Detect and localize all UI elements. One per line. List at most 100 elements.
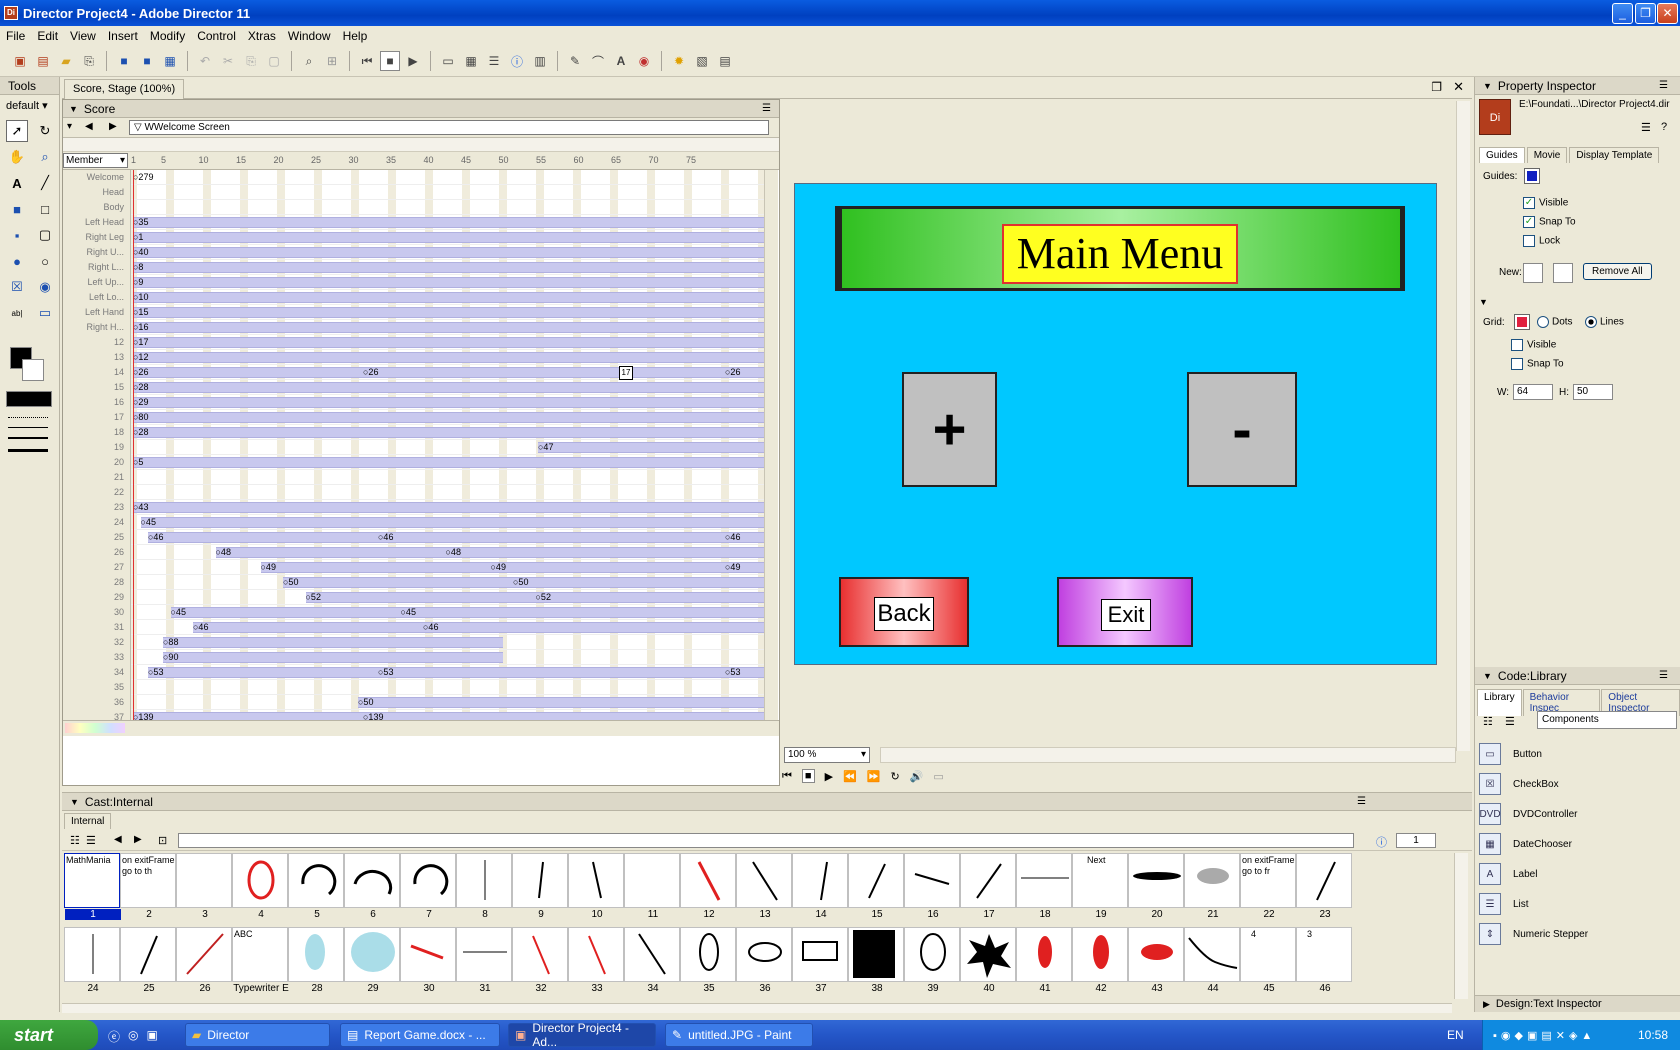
cast-member-thumbnail[interactable]: 8 <box>456 853 512 920</box>
paint-window-icon[interactable]: ✎ <box>565 51 585 71</box>
find-icon[interactable]: ⌕ <box>299 51 319 71</box>
sprite-span[interactable] <box>133 307 765 318</box>
library-tree-icon[interactable]: ☰ <box>1505 715 1515 728</box>
score-channel-row[interactable]: 20 ○5 <box>63 455 765 470</box>
rotate-tool-icon[interactable]: ↻ <box>34 120 56 142</box>
cut-icon[interactable]: ✂ <box>218 51 238 71</box>
filled-rect-tool-icon[interactable]: ■ <box>6 198 28 220</box>
ie-icon[interactable]: ⓔ <box>108 1028 120 1045</box>
cast-window-icon[interactable]: ▦ <box>461 51 481 71</box>
channel-label[interactable]: 15 <box>63 380 131 395</box>
channel-label[interactable]: Left Up... <box>63 275 131 290</box>
new-movie-icon[interactable]: ▣ <box>10 51 30 71</box>
cast-member-thumbnail[interactable]: 20 <box>1128 853 1184 920</box>
channel-label[interactable]: 35 <box>63 680 131 695</box>
score-scrollbar-vertical[interactable] <box>764 170 778 720</box>
step-forward-icon[interactable]: ⏩ <box>867 770 881 783</box>
roundrect-tool-icon[interactable]: ▢ <box>34 224 56 246</box>
sprite-span[interactable] <box>133 217 765 228</box>
grid-visible-checkbox[interactable]: Visible <box>1511 339 1556 351</box>
sprite-span[interactable] <box>133 262 765 273</box>
library-category-dropdown[interactable]: Components <box>1537 711 1677 729</box>
library-list-icon[interactable]: ☷ <box>1483 715 1493 728</box>
tab-internal[interactable]: Internal <box>64 813 112 829</box>
cast-member-thumbnail[interactable]: 33 <box>568 927 624 994</box>
library-item[interactable]: DVD DVDController <box>1479 799 1679 829</box>
guides-visible-checkbox[interactable]: ✓ Visible <box>1523 197 1568 209</box>
cast-member-name-field[interactable] <box>178 833 1354 848</box>
score-channel-row[interactable]: Right Leg ○1 <box>63 230 765 245</box>
sprite-span[interactable] <box>193 622 765 633</box>
score-channel-row[interactable]: 36 ○50 <box>63 695 765 710</box>
panel-menu-icon[interactable]: ☰ <box>1659 670 1668 681</box>
channel-label[interactable]: 23 <box>63 500 131 515</box>
score-channel-row[interactable]: 28 ○50 ○50 <box>63 575 765 590</box>
dtm-icon[interactable]: ▭ <box>933 770 943 783</box>
grid-width-input[interactable]: 64 <box>1513 384 1553 400</box>
cast-member-thumbnail[interactable]: 39 <box>904 927 960 994</box>
button-tool-icon[interactable]: ▭ <box>34 302 56 324</box>
library-item[interactable]: ☒ CheckBox <box>1479 769 1679 799</box>
copy-icon[interactable]: ⎘ <box>241 51 261 71</box>
cast-member-thumbnail[interactable]: 3 <box>176 853 232 920</box>
cast-thumbnail-view-icon[interactable]: ☷ <box>70 834 80 847</box>
line-width-3[interactable] <box>8 449 48 452</box>
channel-label[interactable]: 20 <box>63 455 131 470</box>
sprite-span[interactable] <box>170 607 765 618</box>
new-horizontal-guide-icon[interactable] <box>1523 263 1543 283</box>
sprite-channels[interactable]: Welcome ○279 Head Body Left Head ○35 Right Leg… <box>63 170 779 720</box>
sprite-span[interactable] <box>133 247 765 258</box>
grid-dots-radio[interactable]: Dots <box>1537 316 1573 328</box>
collapse-arrow-icon[interactable]: ▼ <box>69 104 78 114</box>
design-text-inspector-bar[interactable]: ▶ Design:Text Inspector <box>1475 995 1680 1012</box>
field-tool-icon[interactable]: ab| <box>6 302 28 324</box>
cast-member-thumbnail[interactable]: MathMania 1 <box>64 853 121 920</box>
score-channel-row[interactable]: 29 ○52 ○52 <box>63 590 765 605</box>
grid-section-arrow-icon[interactable]: ▼ <box>1479 297 1488 307</box>
shockwave-3d-icon[interactable]: ◉ <box>634 51 654 71</box>
menu-edit[interactable]: Edit <box>37 29 58 43</box>
channel-label[interactable]: Head <box>63 185 131 200</box>
sprite-span[interactable] <box>133 352 765 363</box>
open-icon[interactable]: ▰ <box>56 51 76 71</box>
score-channel-row[interactable]: 33 ○90 <box>63 650 765 665</box>
channel-label[interactable]: Right H... <box>63 320 131 335</box>
score-channel-row[interactable]: 13 ○12 <box>63 350 765 365</box>
cast-member-thumbnail[interactable]: 43 <box>1128 927 1184 994</box>
color-channel-swatches[interactable] <box>65 723 125 733</box>
stage-window-icon[interactable]: ▭ <box>438 51 458 71</box>
score-channel-row[interactable]: 26 ○48 ○48 <box>63 545 765 560</box>
channel-label[interactable]: 12 <box>63 335 131 350</box>
score-channel-row[interactable]: 21 <box>63 470 765 485</box>
previous-member-icon[interactable]: ◀ <box>114 834 122 845</box>
grid-lines-radio[interactable]: Lines <box>1585 316 1624 328</box>
cast-member-thumbnail[interactable]: 25 <box>120 927 176 994</box>
paste-icon[interactable]: ▢ <box>264 51 284 71</box>
cast-member-number-field[interactable]: 1 <box>1396 833 1436 848</box>
import-icon[interactable]: ⎘ <box>79 51 99 71</box>
score-channel-row[interactable]: Left Lo... ○10 <box>63 290 765 305</box>
sprite-span[interactable] <box>133 277 765 288</box>
start-button[interactable]: start <box>0 1020 98 1050</box>
channel-label[interactable]: 19 <box>63 440 131 455</box>
menu-file[interactable]: File <box>6 29 25 43</box>
channel-label[interactable]: 30 <box>63 605 131 620</box>
cast-member-thumbnail[interactable]: 11 <box>624 853 680 920</box>
cast-member-thumbnail[interactable]: 36 <box>736 927 792 994</box>
library-item[interactable]: ▦ DateChooser <box>1479 829 1679 859</box>
line-width-1[interactable] <box>8 427 48 428</box>
arrow-tool-icon[interactable]: ➚ <box>6 120 28 142</box>
line-width-none[interactable] <box>8 417 48 418</box>
channel-label[interactable]: Left Lo... <box>63 290 131 305</box>
channel-label[interactable]: Right U... <box>63 245 131 260</box>
checkbox-tool-icon[interactable]: ☒ <box>6 276 28 298</box>
channel-label[interactable]: Left Head <box>63 215 131 230</box>
sprite-span[interactable] <box>163 637 503 648</box>
score-channel-row[interactable]: 12 ○17 <box>63 335 765 350</box>
score-channel-row[interactable]: 14 ○26 ○26 ○26 <box>63 365 765 380</box>
cast-member-thumbnail[interactable]: 16 <box>904 853 960 920</box>
rewind-icon[interactable]: ⏮ <box>357 51 377 71</box>
channel-label[interactable]: 28 <box>63 575 131 590</box>
score-channel-row[interactable]: 24 ○45 <box>63 515 765 530</box>
exit-button[interactable]: Exit <box>1057 577 1193 647</box>
